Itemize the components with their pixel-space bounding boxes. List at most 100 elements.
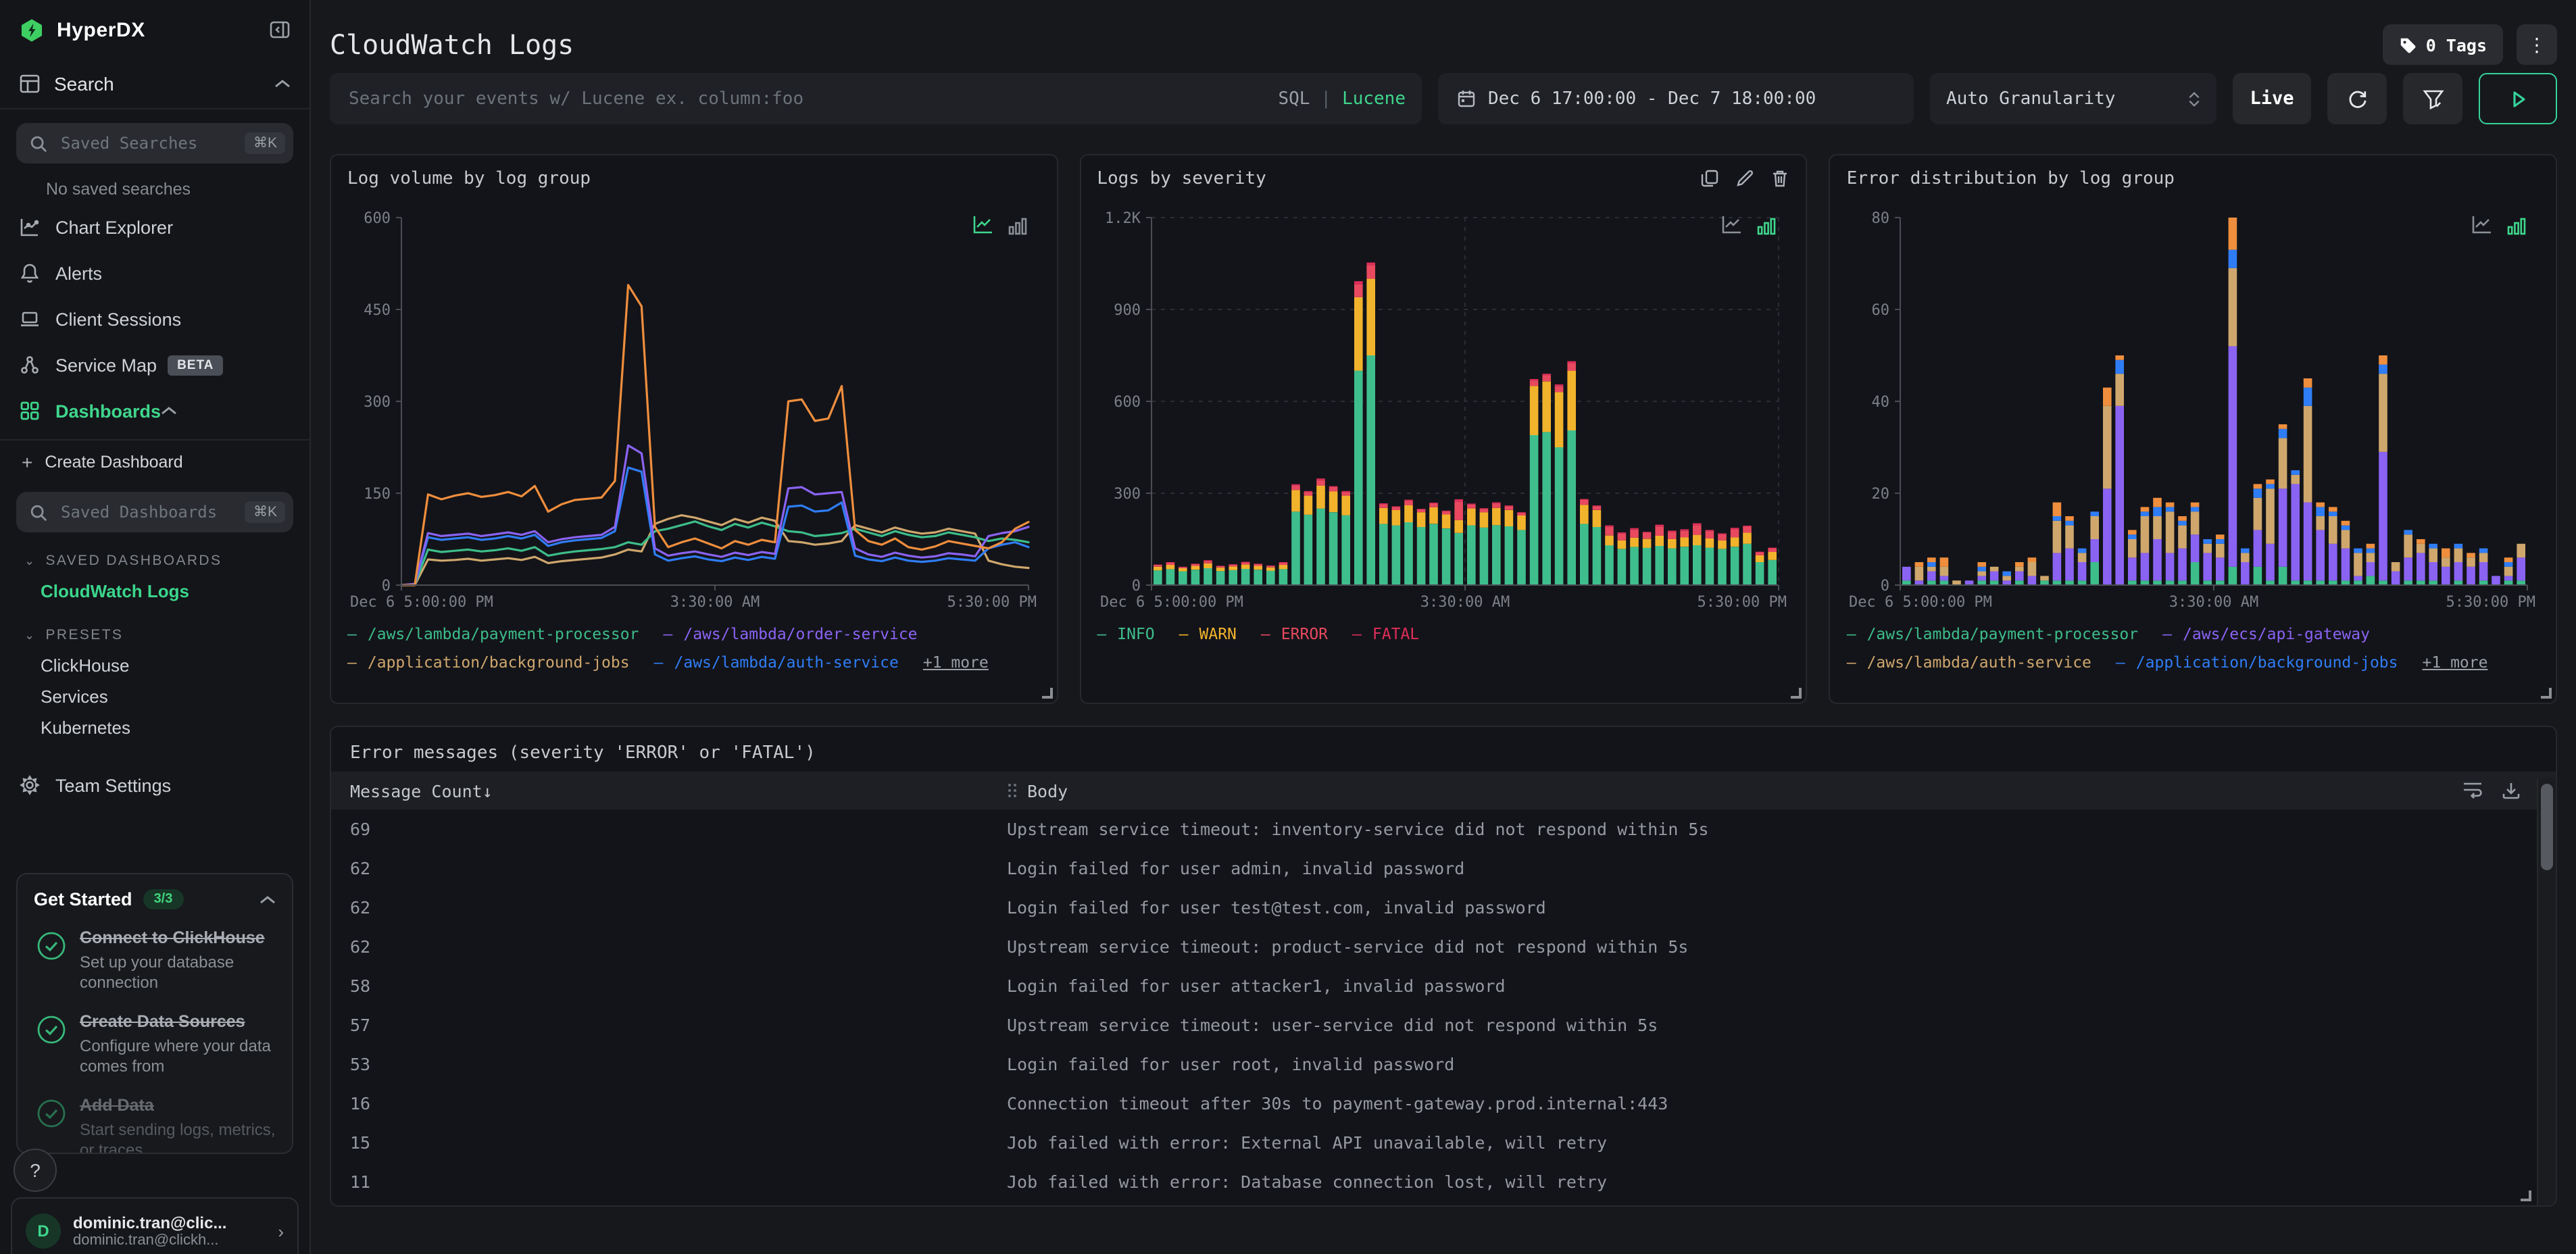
table-row[interactable]: 62 Upstream service timeout: product-serv… bbox=[331, 927, 2556, 966]
sidebar-item-kubernetes[interactable]: Kubernetes bbox=[0, 712, 309, 743]
create-dashboard-button[interactable]: + Create Dashboard bbox=[0, 441, 309, 484]
legend-item[interactable]: —/aws/ecs/api-gateway bbox=[2162, 623, 2370, 645]
live-button[interactable]: Live bbox=[2233, 73, 2311, 124]
table-row[interactable]: 57 Upstream service timeout: user-service… bbox=[331, 1005, 2556, 1045]
scrollbar-track[interactable] bbox=[2537, 778, 2556, 1205]
download-icon[interactable] bbox=[2502, 781, 2521, 800]
event-search-box[interactable]: SQL | Lucene bbox=[330, 73, 1422, 124]
svg-text:3:30:00 AM: 3:30:00 AM bbox=[1420, 594, 1509, 611]
line-chart-toggle-icon[interactable] bbox=[1721, 215, 1744, 235]
resize-handle[interactable] bbox=[1041, 688, 1053, 699]
chart-canvas[interactable]: 0 300 600 900 1.2K Dec 6 5:00:00 PM 3:30:00 AM… bbox=[1097, 201, 1789, 612]
table-row[interactable]: 15 Job failed with error: External API un… bbox=[331, 1123, 2556, 1162]
legend-more-link[interactable]: +1 more bbox=[923, 651, 989, 673]
bar-chart-toggle-icon[interactable] bbox=[1758, 216, 1777, 235]
body-cell: Connection timeout after 30s to payment-… bbox=[1007, 1093, 1668, 1113]
user-email: dominic.tran@clickh... bbox=[73, 1232, 219, 1249]
sidebar-item-team-settings[interactable]: Team Settings bbox=[0, 762, 309, 808]
table-row[interactable]: 11 Job failed with error: Database connec… bbox=[331, 1162, 2556, 1201]
legend-more-link[interactable]: +1 more bbox=[2423, 651, 2488, 673]
granularity-select[interactable]: Auto Granularity bbox=[1930, 73, 2216, 124]
wrap-text-icon[interactable] bbox=[2462, 781, 2483, 800]
legend-item[interactable]: —/aws/lambda/auth-service bbox=[1847, 651, 2091, 673]
lucene-toggle[interactable]: Lucene bbox=[1342, 89, 1406, 109]
table-row[interactable]: 53 Login failed for user root, invalid pa… bbox=[331, 1045, 2556, 1084]
message-count-column-header[interactable]: Message Count↓ bbox=[331, 780, 1007, 801]
sort-desc-icon: ↓ bbox=[482, 780, 493, 801]
sidebar-item-cloudwatch-logs[interactable]: CloudWatch Logs bbox=[0, 576, 309, 607]
sidebar-item-dashboards[interactable]: Dashboards bbox=[0, 388, 309, 434]
sidebar-item-service-map[interactable]: Service Map BETA bbox=[0, 342, 309, 388]
tags-button[interactable]: 0 Tags bbox=[2382, 24, 2503, 65]
legend-item[interactable]: —/aws/lambda/order-service bbox=[663, 623, 917, 645]
time-range-picker[interactable]: Dec 6 17:00:00 - Dec 7 18:00:00 bbox=[1438, 73, 1914, 124]
page-title: CloudWatch Logs bbox=[330, 28, 574, 61]
legend-item[interactable]: —/aws/lambda/payment-processor bbox=[1847, 623, 2138, 645]
message-count-cell: 62 bbox=[350, 936, 371, 957]
svg-text:5:30:00 PM: 5:30:00 PM bbox=[947, 594, 1037, 611]
bell-icon bbox=[19, 262, 42, 284]
filter-button[interactable] bbox=[2403, 73, 2462, 124]
search-icon bbox=[30, 503, 47, 521]
svg-text:900: 900 bbox=[1114, 302, 1141, 319]
run-query-button[interactable] bbox=[2479, 73, 2557, 124]
scrollbar-thumb[interactable] bbox=[2541, 784, 2553, 870]
sidebar-item-alerts[interactable]: Alerts bbox=[0, 250, 309, 296]
refresh-button[interactable] bbox=[2327, 73, 2387, 124]
presets-section-header[interactable]: ⌄ PRESETS bbox=[24, 623, 309, 647]
kebab-menu-button[interactable]: ⋮ bbox=[2517, 24, 2557, 65]
chevron-up-icon[interactable] bbox=[259, 894, 276, 905]
bar-chart-toggle-icon[interactable] bbox=[2507, 216, 2526, 235]
table-row[interactable]: 58 Login failed for user attacker1, inval… bbox=[331, 966, 2556, 1005]
legend-item[interactable]: — INFO bbox=[1097, 623, 1154, 645]
chevron-up-icon[interactable] bbox=[161, 405, 177, 416]
get-started-item[interactable]: Create Data Sources Configure where your … bbox=[34, 1009, 276, 1077]
body-column-header[interactable]: Body bbox=[1007, 780, 2462, 801]
legend-item[interactable]: — ERROR bbox=[1261, 623, 1328, 645]
legend-item[interactable]: — WARN bbox=[1179, 623, 1237, 645]
saved-dashboards-field[interactable] bbox=[58, 501, 245, 523]
line-chart-toggle-icon[interactable] bbox=[971, 215, 994, 235]
resize-handle[interactable] bbox=[2541, 688, 2552, 699]
duplicate-icon[interactable] bbox=[1701, 169, 1720, 188]
legend-item[interactable]: —/aws/lambda/payment-processor bbox=[347, 623, 639, 645]
sidebar-item-search[interactable]: Search bbox=[0, 59, 309, 108]
chart-canvas[interactable]: 0 150 300 450 600 Dec 6 5:00:00 PM 3:30:00 AM 5… bbox=[347, 201, 1039, 612]
legend-item[interactable]: —/application/background-jobs bbox=[347, 651, 630, 673]
chart-canvas[interactable]: 0 20 40 60 80 Dec 6 5:00:00 PM 3:30:00 AM 5:30:… bbox=[1847, 201, 2539, 612]
user-profile-button[interactable]: D dominic.tran@clic... dominic.tran@clic… bbox=[11, 1197, 299, 1254]
table-row[interactable]: 69 Upstream service timeout: inventory-se… bbox=[331, 809, 2556, 849]
table-row[interactable]: 16 Connection timeout after 30s to paymen… bbox=[331, 1084, 2556, 1123]
resize-handle[interactable] bbox=[2521, 1190, 2531, 1201]
table-row[interactable]: 62 Login failed for user test@test.com, i… bbox=[331, 888, 2556, 927]
legend-item[interactable]: — FATAL bbox=[1352, 623, 1419, 645]
resize-handle[interactable] bbox=[1791, 688, 1802, 699]
get-started-item[interactable]: Connect to ClickHouse Set up your databas… bbox=[34, 926, 276, 993]
get-started-item[interactable]: Add Data Start sending logs, metrics, or … bbox=[34, 1093, 276, 1153]
saved-dashboards-section-header[interactable]: ⌄ SAVED DASHBOARDS bbox=[24, 549, 309, 573]
chevron-down-icon: ⌄ bbox=[24, 553, 36, 567]
delete-icon[interactable] bbox=[1771, 169, 1790, 188]
drag-handle-icon[interactable] bbox=[1007, 782, 1018, 799]
search-icon bbox=[30, 134, 47, 152]
sql-toggle[interactable]: SQL bbox=[1278, 89, 1310, 109]
sidebar-item-clickhouse[interactable]: ClickHouse bbox=[0, 650, 309, 681]
edit-icon[interactable] bbox=[1736, 169, 1755, 188]
legend-item[interactable]: —/application/background-jobs bbox=[2116, 651, 2398, 673]
sidebar-item-chart-explorer[interactable]: Chart Explorer bbox=[0, 204, 309, 250]
line-chart-toggle-icon[interactable] bbox=[2471, 215, 2494, 235]
saved-searches-field[interactable] bbox=[58, 132, 245, 154]
chevron-down-icon: ⌄ bbox=[24, 628, 36, 641]
sidebar-item-client-sessions[interactable]: Client Sessions bbox=[0, 296, 309, 342]
sidebar-collapse-icon[interactable] bbox=[269, 19, 291, 41]
saved-dashboards-input[interactable]: ⌘K bbox=[16, 492, 293, 532]
chevron-up-icon[interactable] bbox=[274, 78, 291, 89]
saved-searches-input[interactable]: ⌘K bbox=[16, 123, 293, 164]
sidebar-item-services[interactable]: Services bbox=[0, 681, 309, 712]
legend-item[interactable]: —/aws/lambda/auth-service bbox=[654, 651, 899, 673]
message-count-cell: 57 bbox=[350, 1015, 371, 1035]
help-button[interactable]: ? bbox=[14, 1149, 57, 1192]
bar-chart-toggle-icon[interactable] bbox=[1008, 216, 1026, 235]
event-search-input[interactable] bbox=[346, 87, 1279, 110]
table-row[interactable]: 62 Login failed for user admin, invalid p… bbox=[331, 849, 2556, 888]
